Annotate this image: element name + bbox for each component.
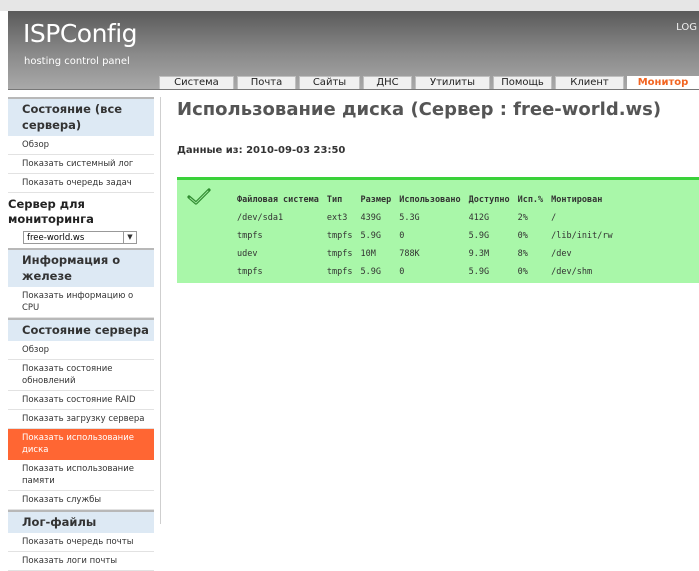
cell-size: 5.9G [360, 267, 381, 277]
table-row: tmpfs tmpfs 5.9G 0 5.9G 0% /dev/shm [237, 263, 621, 281]
sidebar-item-services[interactable]: Показать службы [8, 491, 154, 510]
cell-filesystem: tmpfs [237, 231, 263, 241]
sidebar-section-server-state: Состояние сервера [8, 318, 154, 341]
cell-use-percent: 0% [517, 267, 528, 277]
col-type: Тип [326, 195, 343, 205]
tab-system[interactable]: Система [159, 76, 234, 89]
cell-mounted: / [551, 213, 557, 223]
sidebar-section-hardware: Информация о железе [8, 248, 154, 287]
disk-usage-panel: Файловая система Тип Размер Использовано… [177, 177, 699, 283]
sidebar-item-memory[interactable]: Показать использование памяти [8, 460, 154, 491]
sidebar-item-system-log[interactable]: Показать системный лог [8, 155, 154, 174]
cell-size: 10M [360, 249, 376, 259]
sidebar-item-mail-queue[interactable]: Показать очередь почты [8, 533, 154, 552]
col-mounted: Монтирован [551, 195, 603, 205]
cell-use-percent: 8% [517, 249, 528, 259]
cell-available: 412G [468, 213, 490, 223]
cell-used: 788K [399, 249, 420, 259]
logout-link[interactable]: LOG [676, 22, 697, 33]
col-use-percent: Исп.% [517, 195, 544, 205]
cell-mounted: /dev/shm [551, 267, 593, 277]
sidebar-item-mail-log[interactable]: Показать логи почты [8, 552, 154, 571]
sidebar-item-disk-usage[interactable]: Показать использование диска [8, 429, 154, 460]
cell-used: 0 [399, 231, 405, 241]
sidebar: Состояние (все сервера) Обзор Показать с… [8, 97, 154, 571]
cell-available: 5.9G [468, 267, 490, 277]
tab-dns[interactable]: ДНС [363, 76, 412, 89]
chevron-down-icon[interactable]: ▼ [123, 232, 136, 243]
tab-sites[interactable]: Сайты [299, 76, 360, 89]
col-filesystem: Файловая система [237, 195, 319, 205]
col-used: Использовано [399, 195, 461, 205]
sidebar-item-updates[interactable]: Показать состояние обновлений [8, 360, 154, 391]
cell-type: tmpfs [326, 231, 353, 241]
table-header-row: Файловая система Тип Размер Использовано… [237, 191, 621, 209]
sidebar-section-status: Состояние (все сервера) [8, 97, 154, 136]
app-logo[interactable]: ISPConfig [23, 19, 138, 48]
sidebar-section-logs: Лог-файлы [8, 510, 154, 533]
cell-filesystem: /dev/sda1 [237, 213, 284, 223]
cell-mounted: /lib/init/rw [551, 231, 613, 241]
cell-use-percent: 2% [517, 213, 528, 223]
main-nav: Система Почта Сайты ДНС Утилиты Помощь К… [159, 76, 699, 89]
sidebar-item-load[interactable]: Показать загрузку сервера [8, 410, 154, 429]
cell-available: 9.3M [468, 249, 490, 259]
sidebar-item-server-overview[interactable]: Обзор [8, 341, 154, 360]
col-size: Размер [360, 195, 392, 205]
cell-filesystem: udev [237, 249, 258, 259]
tab-monitor[interactable]: Монитор [627, 76, 699, 89]
tab-tools[interactable]: Утилиты [415, 76, 490, 89]
sidebar-divider [160, 97, 161, 524]
cell-use-percent: 0% [517, 231, 528, 241]
table-row: udev tmpfs 10M 788K 9.3M 8% /dev [237, 245, 621, 263]
cell-type: tmpfs [326, 267, 353, 277]
table-row: /dev/sda1 ext3 439G 5.3G 412G 2% / [237, 209, 621, 227]
cell-used: 0 [399, 267, 405, 277]
top-gap [0, 0, 699, 11]
page-title: Использование диска (Сервер : free-world… [177, 99, 662, 120]
server-select-value: free-world.ws [27, 233, 85, 243]
sidebar-item-job-queue[interactable]: Показать очередь задач [8, 174, 154, 193]
sidebar-item-raid[interactable]: Показать состояние RAID [8, 391, 154, 410]
cell-available: 5.9G [468, 231, 490, 241]
cell-used: 5.3G [399, 213, 420, 223]
app-tagline: hosting control panel [24, 56, 130, 67]
cell-size: 5.9G [360, 231, 381, 241]
tab-client[interactable]: Клиент [555, 76, 624, 89]
checkmark-icon [187, 188, 211, 205]
sidebar-item-overview[interactable]: Обзор [8, 136, 154, 155]
cell-type: tmpfs [326, 249, 353, 259]
tab-help[interactable]: Помощь [493, 76, 552, 89]
tab-mail[interactable]: Почта [237, 76, 296, 89]
server-select-label: Сервер для мониторинга [8, 197, 94, 226]
sidebar-item-cpu-info[interactable]: Показать информацию о CPU [8, 287, 154, 318]
data-timestamp: Данные из: 2010-09-03 23:50 [177, 145, 346, 156]
table-row: tmpfs tmpfs 5.9G 0 5.9G 0% /lib/init/rw [237, 227, 621, 245]
disk-usage-table: Файловая система Тип Размер Использовано… [237, 191, 621, 281]
cell-type: ext3 [326, 213, 348, 223]
cell-filesystem: tmpfs [237, 267, 263, 277]
cell-mounted: /dev [551, 249, 572, 259]
server-select[interactable]: free-world.ws ▼ [23, 231, 137, 244]
col-available: Доступно [468, 195, 510, 205]
cell-size: 439G [360, 213, 381, 223]
